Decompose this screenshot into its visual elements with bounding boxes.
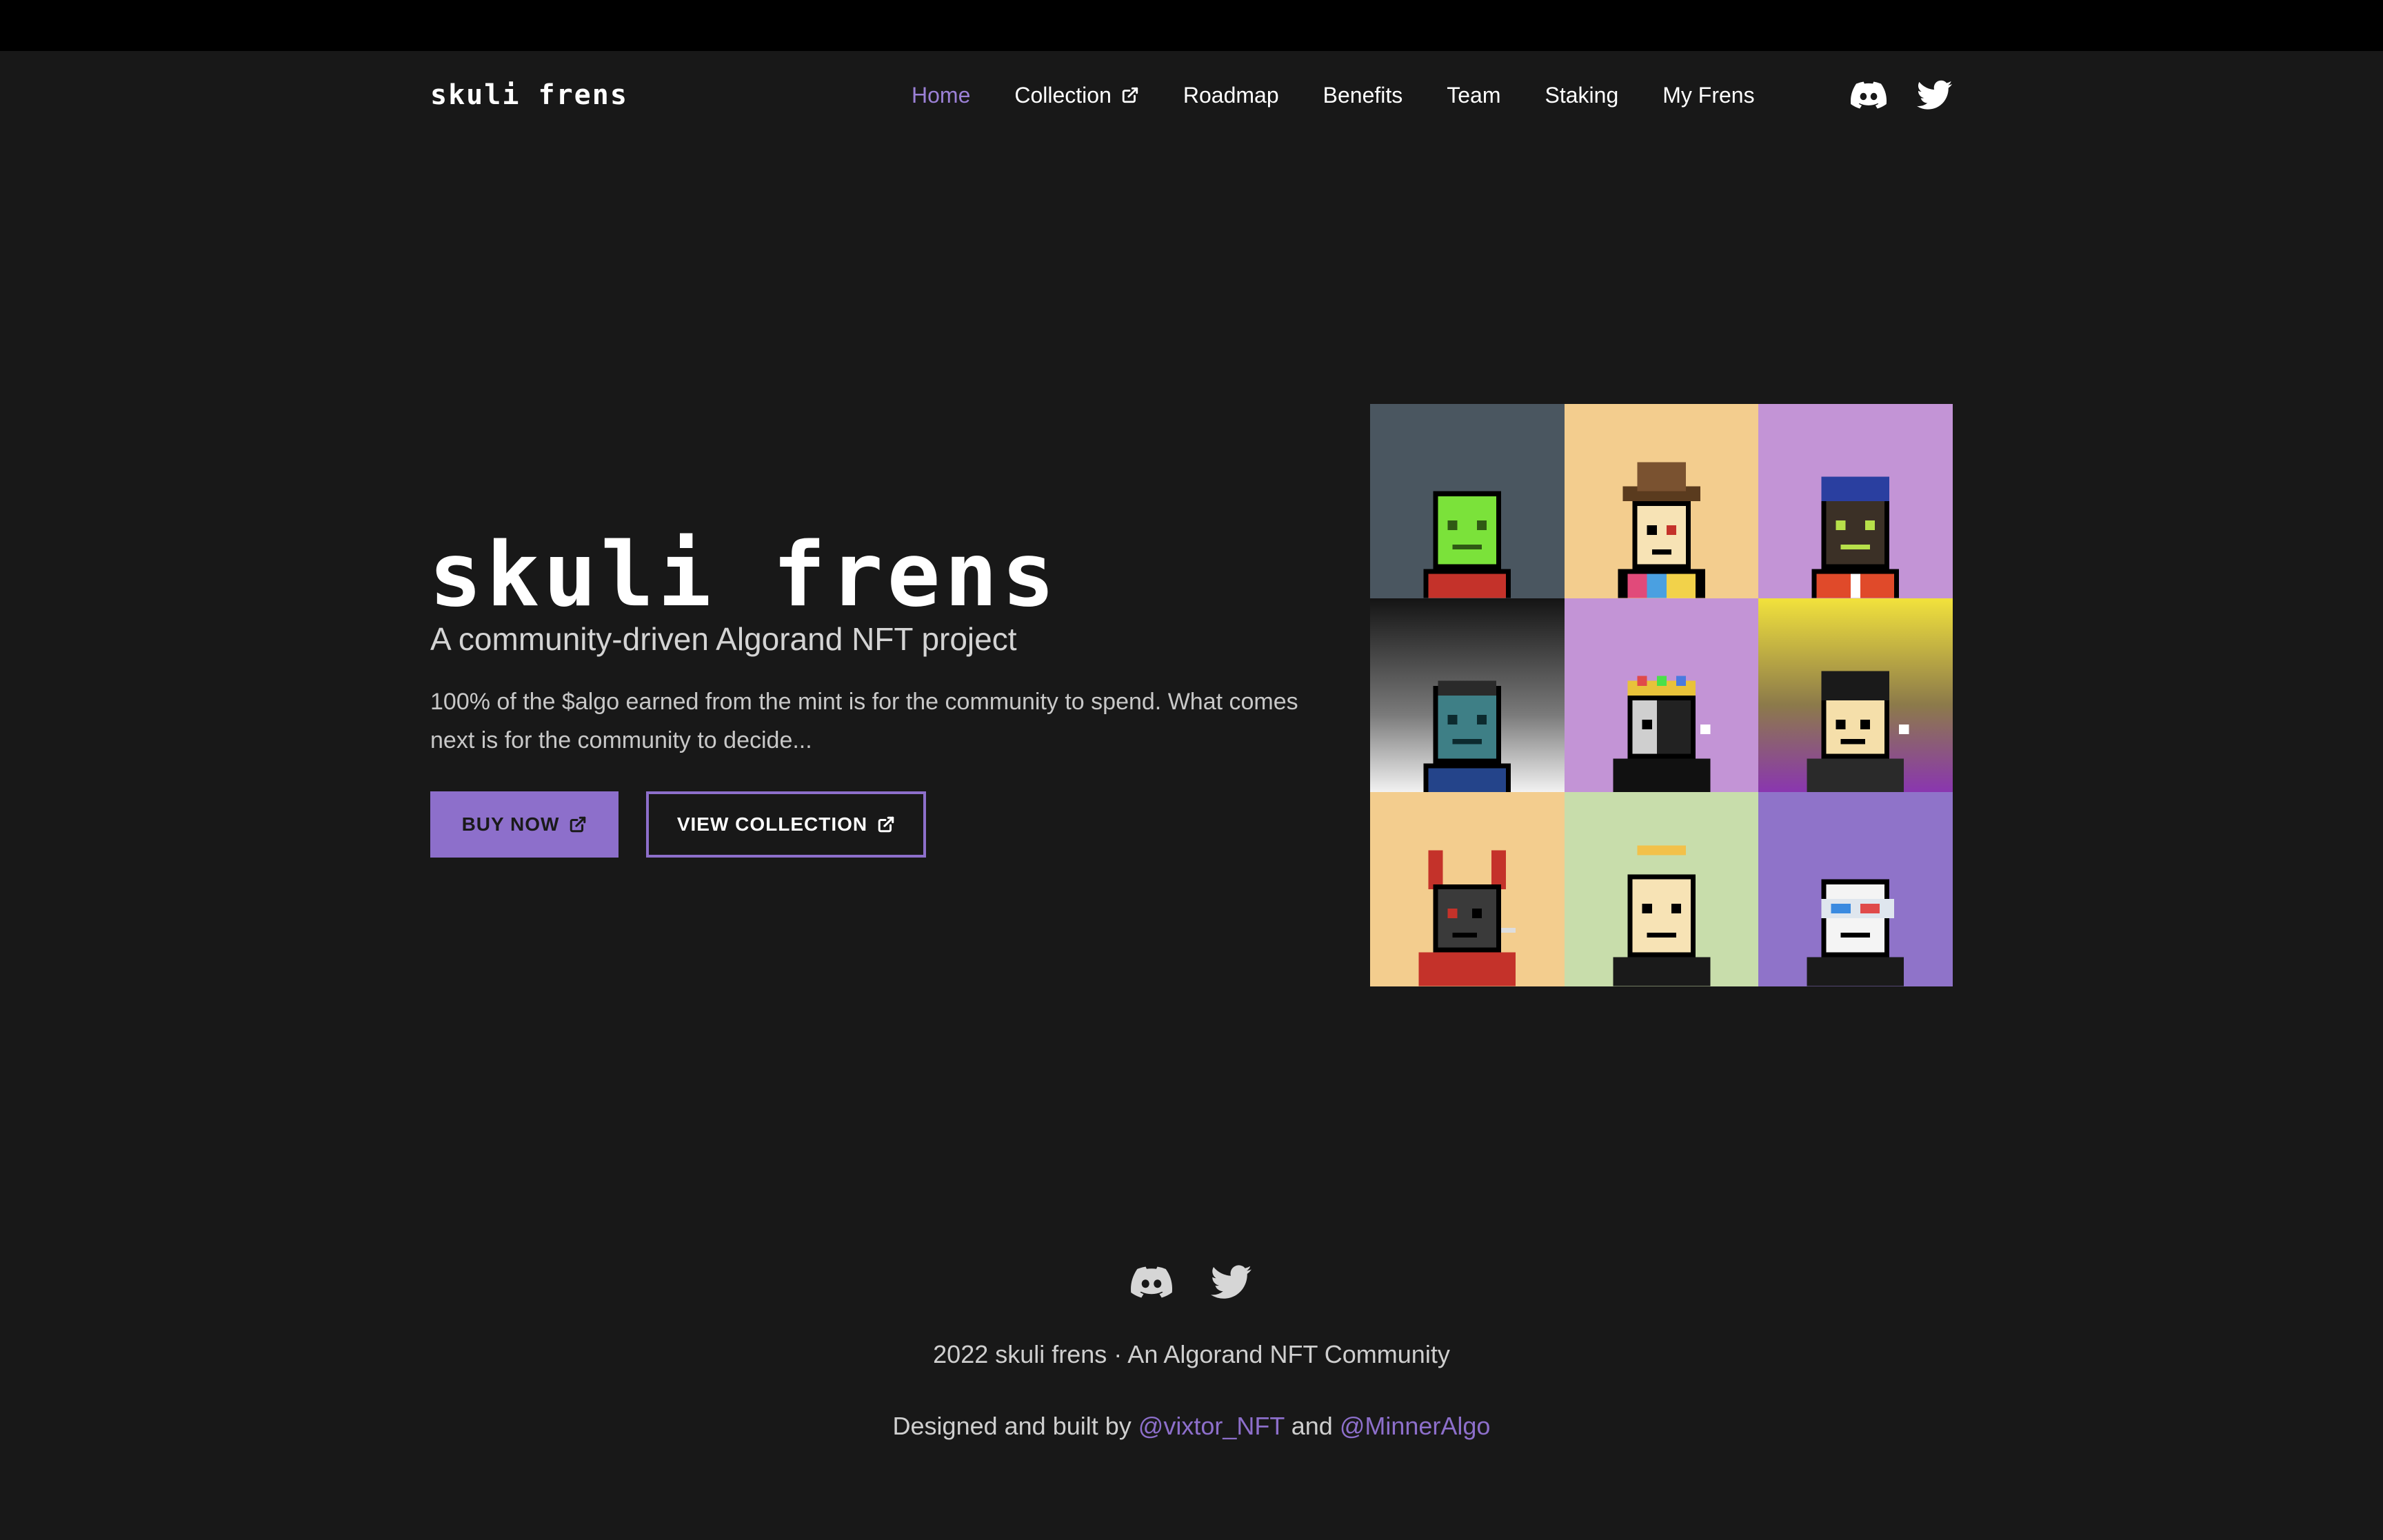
nft-image <box>1564 404 1759 598</box>
footer-copyright: 2022 skuli frens · An Algorand NFT Commu… <box>933 1340 1450 1368</box>
nft-image <box>1758 404 1953 598</box>
nav-links: Home Collection Roadmap Benefits Team St… <box>912 51 1799 139</box>
footer-social-links <box>1131 1262 1252 1303</box>
credits-and: and <box>1291 1412 1333 1440</box>
view-collection-label: VIEW COLLECTION <box>676 813 868 835</box>
nav-roadmap-label: Roadmap <box>1183 82 1279 108</box>
discord-icon[interactable] <box>1131 1262 1172 1303</box>
nav-my-frens[interactable]: My Frens <box>1662 83 1754 108</box>
nav-home-label: Home <box>912 82 971 108</box>
credit-link-vixtor[interactable]: @vixtor_NFT <box>1138 1412 1285 1440</box>
nav-collection-label: Collection <box>1014 82 1112 108</box>
nav-my-frens-label: My Frens <box>1662 82 1755 108</box>
nav-social-links <box>1820 51 1953 139</box>
nft-image <box>1370 598 1565 793</box>
nav-roadmap[interactable]: Roadmap <box>1183 83 1279 108</box>
nav-benefits[interactable]: Benefits <box>1323 83 1403 108</box>
nft-image <box>1564 792 1759 986</box>
hero-subtitle: A community-driven Algorand NFT project <box>430 621 1017 657</box>
browser-top-strip <box>0 0 2383 51</box>
nav-team-label: Team <box>1447 82 1501 108</box>
twitter-icon[interactable] <box>1917 77 1953 113</box>
nft-image <box>1758 598 1953 793</box>
buy-now-label: BUY NOW <box>461 813 560 835</box>
nav-collection[interactable]: Collection <box>1014 83 1139 108</box>
nft-image <box>1758 792 1953 986</box>
external-link-icon <box>570 816 586 833</box>
nft-image <box>1370 404 1565 598</box>
brand-logo[interactable]: skuli frens <box>430 79 628 111</box>
discord-icon[interactable] <box>1851 77 1887 113</box>
hero-description: 100% of the $algo earned from the mint i… <box>430 689 1298 753</box>
nav-staking[interactable]: Staking <box>1545 83 1619 108</box>
nav-benefits-label: Benefits <box>1323 82 1403 108</box>
external-link-icon <box>1122 87 1138 103</box>
credits-prefix: Designed and built by <box>892 1412 1132 1440</box>
top-navbar: skuli frens Home Collection Roadmap Bene… <box>430 51 1953 139</box>
credit-link-minner[interactable]: @MinnerAlgo <box>1340 1412 1491 1440</box>
nav-staking-label: Staking <box>1545 82 1619 108</box>
buy-now-button[interactable]: BUY NOW <box>430 791 619 858</box>
hero-title: skuli frens <box>429 524 1059 627</box>
nav-team[interactable]: Team <box>1447 83 1500 108</box>
view-collection-button[interactable]: VIEW COLLECTION <box>646 791 926 858</box>
twitter-icon[interactable] <box>1211 1262 1252 1303</box>
external-link-icon <box>878 816 894 833</box>
footer-credits: Designed and built by @vixtor_NFT and @M… <box>0 1412 2383 1441</box>
nft-image <box>1564 598 1759 793</box>
nft-image <box>1370 792 1565 986</box>
nav-home[interactable]: Home <box>912 83 970 108</box>
nft-showcase-grid <box>1370 404 1953 986</box>
